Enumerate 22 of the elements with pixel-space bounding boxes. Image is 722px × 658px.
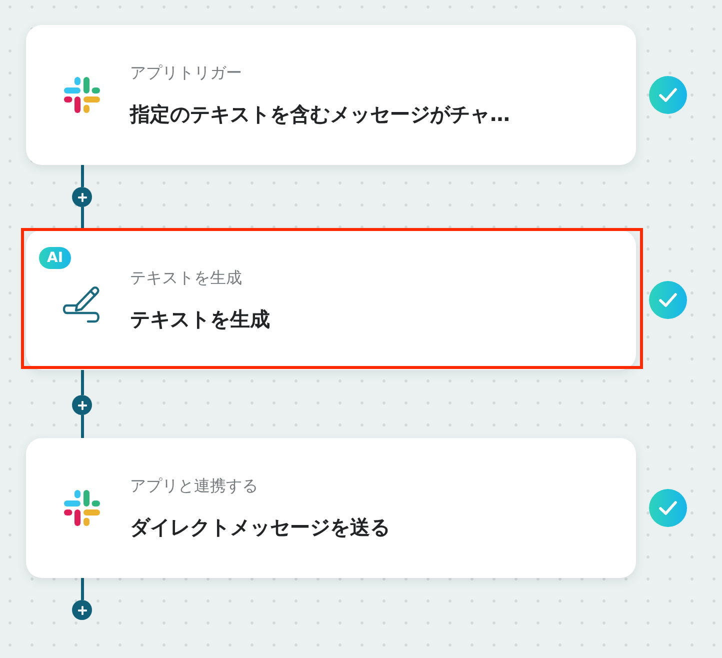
ai-badge: AI — [39, 247, 72, 269]
step-title: ダイレクトメッセージを送る — [130, 514, 390, 541]
plus-icon — [78, 192, 86, 202]
connector-line — [80, 415, 84, 438]
step-title: 指定のテキストを含むメッセージがチャ… — [130, 101, 510, 128]
add-step-button[interactable] — [72, 600, 92, 620]
connector-line — [80, 578, 84, 600]
step-type-label: テキストを生成 — [130, 267, 243, 289]
step-card[interactable]: アプリと連携する ダイレクトメッセージを送る — [26, 438, 636, 578]
plus-icon — [78, 606, 86, 614]
step-type-label: アプリと連携する — [130, 475, 259, 497]
slack-logo-icon — [64, 490, 100, 526]
connector-line — [80, 207, 84, 230]
add-step-button[interactable] — [72, 395, 92, 415]
step-title: テキストを生成 — [130, 306, 270, 333]
step-card[interactable]: アプリトリガー 指定のテキストを含むメッセージがチャ… — [26, 25, 636, 165]
connector-line — [80, 370, 84, 395]
add-step-button[interactable] — [72, 187, 92, 207]
slack-logo-icon — [64, 77, 100, 113]
plus-icon — [78, 400, 86, 410]
connector-line — [80, 165, 84, 187]
step-type-label: アプリトリガー — [130, 62, 243, 84]
